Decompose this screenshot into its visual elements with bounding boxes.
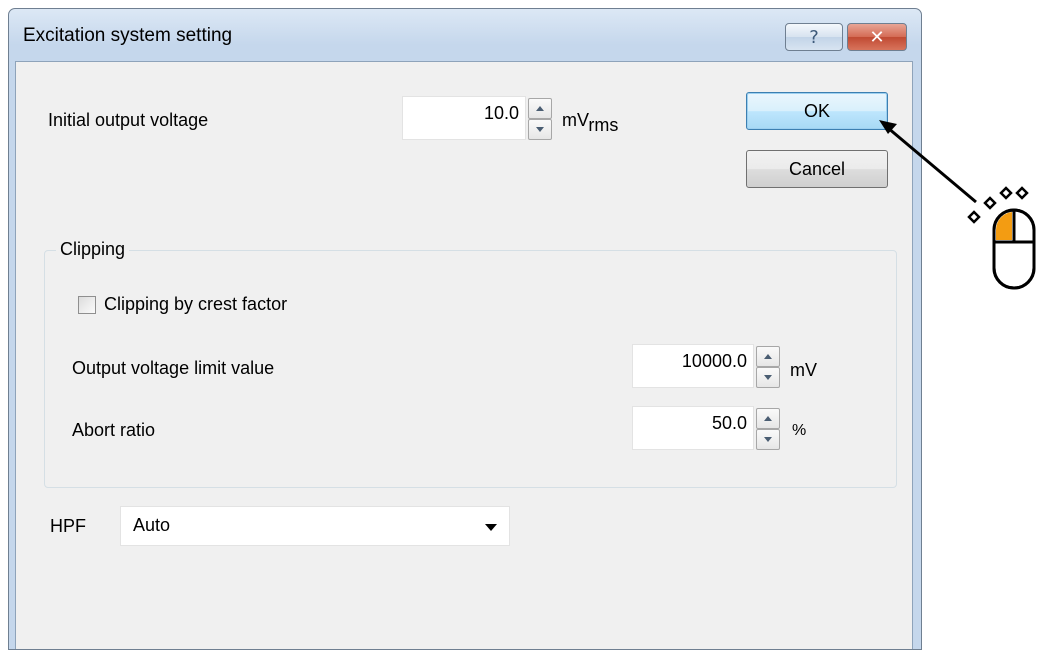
mouse-click-icon xyxy=(967,186,1036,290)
annotation-overlay xyxy=(879,120,1036,290)
pointer-arrow-icon xyxy=(879,120,977,204)
